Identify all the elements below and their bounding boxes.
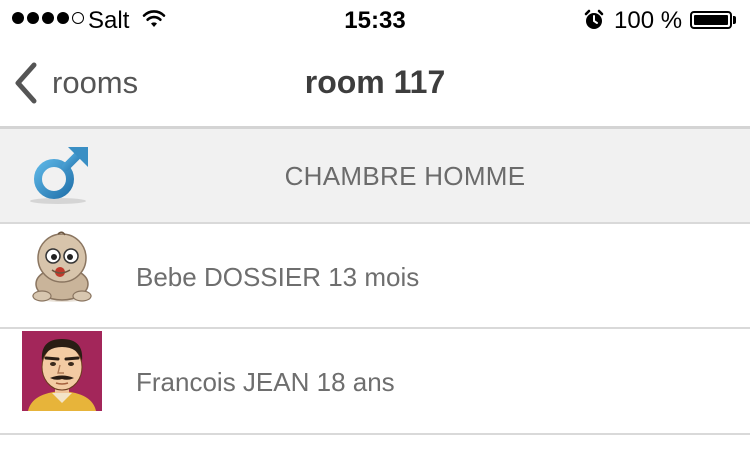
patient-name: Bebe DOSSIER 13 mois [136, 262, 420, 292]
list-item[interactable]: Bebe DOSSIER 13 mois [0, 224, 750, 328]
screen: Salt 15:33 100 % rooms room 117 CHAMBRE … [0, 0, 750, 462]
section-header: CHAMBRE HOMME [0, 129, 750, 222]
navigation-bar: rooms room 117 [0, 40, 750, 126]
section-title: CHAMBRE HOMME [284, 161, 526, 191]
man-avatar-icon [22, 331, 102, 411]
battery-percentage: 100 % [614, 7, 683, 34]
status-bar: Salt 15:33 100 % [0, 0, 750, 40]
baby-avatar-icon [32, 231, 92, 302]
patient-name: Francois JEAN 18 ans [136, 367, 395, 397]
page-title: room 117 [304, 64, 446, 100]
battery-icon [690, 11, 736, 29]
alarm-clock-icon [584, 9, 604, 29]
divider [0, 433, 750, 435]
list-item[interactable]: Francois JEAN 18 ans [0, 329, 750, 433]
